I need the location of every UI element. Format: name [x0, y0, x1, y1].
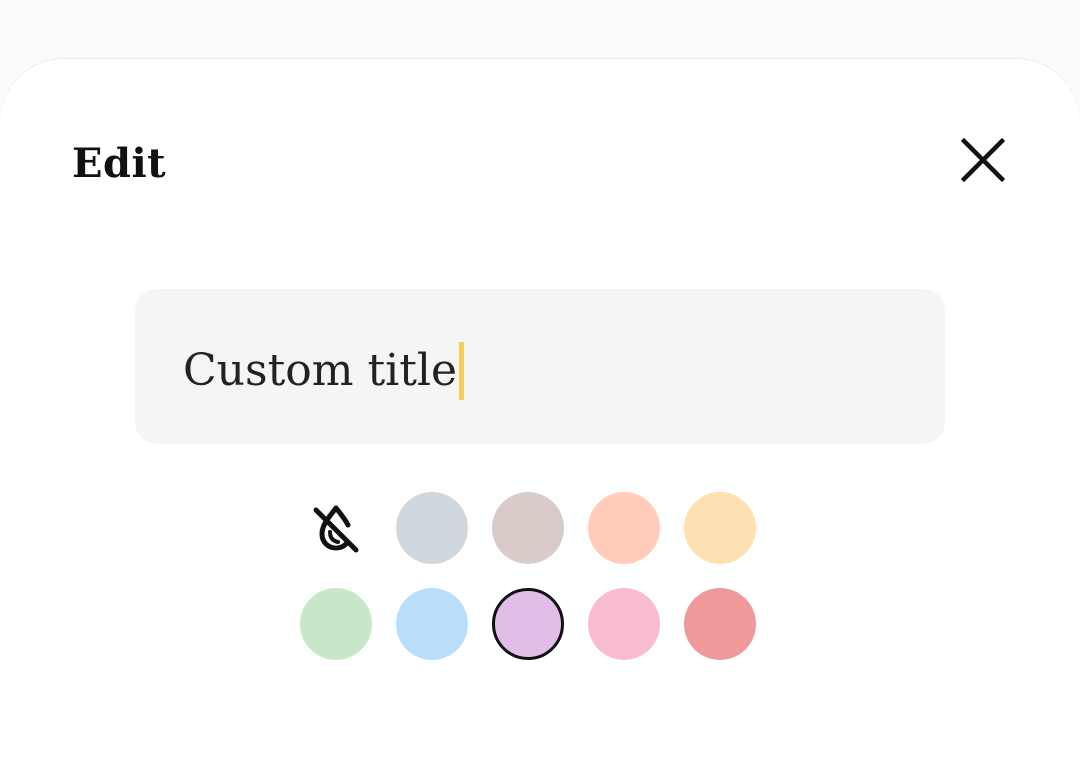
close-icon	[961, 138, 1005, 182]
color-swatch-gray-blue[interactable]	[396, 492, 468, 564]
color-swatch-pink[interactable]	[588, 588, 660, 660]
color-swatch-light-orange[interactable]	[684, 492, 756, 564]
color-swatch-taupe[interactable]	[492, 492, 564, 564]
edit-dialog: Edit Custom title	[0, 59, 1080, 759]
no-color-button[interactable]	[300, 492, 372, 564]
title-input[interactable]: Custom title	[135, 289, 945, 444]
close-button[interactable]	[955, 132, 1011, 188]
color-swatch-light-blue[interactable]	[396, 588, 468, 660]
color-swatch-light-green[interactable]	[300, 588, 372, 660]
color-swatch-peach[interactable]	[588, 492, 660, 564]
dialog-title: Edit	[72, 140, 167, 187]
no-color-drop-icon	[313, 505, 359, 553]
color-picker	[300, 492, 780, 684]
color-row-2	[300, 588, 780, 660]
title-input-field[interactable]: Custom title	[183, 342, 465, 400]
color-swatch-lavender[interactable]	[492, 588, 564, 660]
text-caret	[459, 342, 465, 400]
color-swatch-rose[interactable]	[684, 588, 756, 660]
title-input-value: Custom title	[183, 345, 458, 396]
color-row-1	[300, 492, 780, 564]
